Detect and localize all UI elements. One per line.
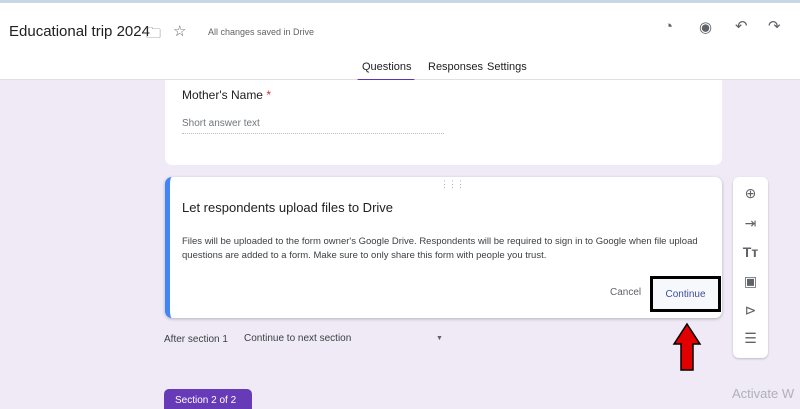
after-section-label: After section 1 [164,334,228,345]
redo-icon[interactable]: ↷ [768,17,781,35]
top-bar: Educational trip 2024 🗀 ☆ All changes sa… [0,0,800,82]
add-image-icon[interactable]: ▣ [733,273,768,290]
question-label: Mother's Name * [182,88,271,102]
cancel-button[interactable]: Cancel [610,287,641,298]
continue-button[interactable]: Continue [650,276,721,312]
add-question-icon[interactable]: ⊕ [733,185,768,202]
after-section-select[interactable]: Continue to next section [244,333,351,344]
preview-eye-icon[interactable]: ◉ [699,18,712,36]
upload-files-dialog: ⋮⋮⋮ Let respondents upload files to Driv… [165,177,722,318]
tab-responses[interactable]: Responses [428,61,483,73]
add-video-icon[interactable]: ⊳ [733,302,768,319]
short-answer-placeholder: Short answer text [182,118,444,134]
star-icon[interactable]: ☆ [173,22,186,40]
question-title: Mother's Name [182,88,263,102]
save-status: All changes saved in Drive [208,27,315,37]
red-arrow-annotation-icon [672,322,702,371]
floating-toolbar: ⊕ ⇥ Tт ▣ ⊳ ☰ [733,177,768,358]
form-title[interactable]: Educational trip 2024 [9,23,150,40]
dialog-title: Let respondents upload files to Drive [182,200,394,215]
required-mark: * [266,88,271,102]
dialog-body: Files will be uploaded to the form owner… [182,236,698,261]
palette-icon[interactable]: ◔ [664,18,673,35]
folder-icon[interactable]: 🗀 [146,23,161,48]
dropdown-caret-icon[interactable]: ▼ [436,335,443,342]
activate-windows-watermark: Activate W [732,386,795,401]
import-questions-icon[interactable]: ⇥ [733,215,768,232]
add-title-icon[interactable]: Tт [733,244,768,260]
tab-questions[interactable]: Questions [362,61,412,73]
add-section-icon[interactable]: ☰ [733,330,768,347]
tab-settings[interactable]: Settings [487,61,527,73]
question-card[interactable]: Mother's Name * Short answer text [165,80,722,165]
undo-icon[interactable]: ↶ [735,17,748,35]
section-badge: Section 2 of 2 [164,389,252,409]
drag-handle-icon[interactable]: ⋮⋮⋮ [440,179,465,190]
